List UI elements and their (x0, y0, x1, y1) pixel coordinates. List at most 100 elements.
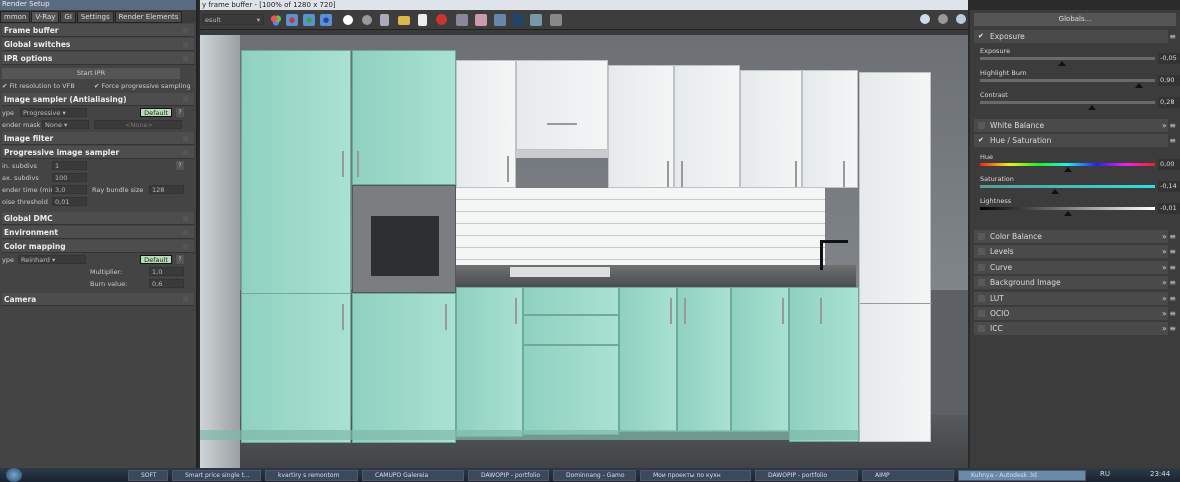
zoom-50-icon[interactable] (530, 14, 542, 26)
slider-value[interactable]: -0,05 (1158, 53, 1180, 64)
taskbar-item[interactable]: AIMP (862, 470, 954, 481)
sampler-default-button[interactable]: Default (140, 108, 172, 117)
clear-icon[interactable] (436, 14, 447, 25)
tab-common[interactable]: mmon (0, 11, 31, 23)
section-ipr-options[interactable]: IPR options (2, 52, 194, 65)
section-header[interactable]: OCIO » ≡ (974, 307, 1176, 320)
expand-icon[interactable]: » ≡ (1162, 119, 1176, 132)
section-checkbox[interactable] (978, 233, 985, 240)
exposure-section-header[interactable]: ✔ Exposure ≡ (974, 30, 1176, 43)
track-mouse-icon[interactable] (475, 14, 487, 26)
taskbar-item[interactable]: Smart price single t... (172, 470, 261, 481)
slider-track[interactable] (980, 101, 1155, 104)
mono-mode-icon[interactable] (362, 15, 372, 25)
slider-value[interactable]: 0,90 (1158, 75, 1180, 86)
red-channel-toggle-icon[interactable]: ● (286, 14, 298, 26)
slider-track[interactable] (980, 163, 1155, 166)
section-global-switches[interactable]: Global switches (2, 38, 194, 51)
section-checkbox[interactable] (978, 325, 985, 333)
green-channel-toggle-icon[interactable]: ● (303, 14, 315, 26)
exposure-checkbox[interactable]: ✔ (978, 30, 985, 40)
taskbar-item[interactable]: DAWOPIP - portfolio (468, 470, 549, 481)
section-color-mapping[interactable]: Color mapping (2, 240, 194, 253)
blue-channel-toggle-icon[interactable]: ● (320, 14, 332, 26)
mask-object-button[interactable]: <None> (94, 120, 182, 129)
render-icon[interactable] (494, 14, 506, 26)
section-image-sampler[interactable]: Image sampler (Antialiasing) (2, 93, 194, 106)
section-header[interactable]: LUT » ≡ (974, 291, 1176, 305)
slider-track[interactable] (980, 57, 1155, 60)
expand-icon[interactable]: » ≡ (1162, 322, 1176, 335)
history-icon[interactable] (550, 14, 562, 26)
section-checkbox[interactable] (978, 263, 985, 271)
section-checkbox[interactable] (978, 248, 985, 256)
slider-value[interactable]: 0,28 (1158, 97, 1180, 108)
alpha-channel-icon[interactable] (343, 15, 353, 25)
color-mapping-default-button[interactable]: Default (140, 255, 172, 264)
section-header[interactable]: Levels » ≡ (974, 245, 1176, 259)
tab-gi[interactable]: GI (60, 11, 76, 23)
slider-thumb[interactable] (1063, 167, 1072, 172)
section-global-dmc[interactable]: Global DMC (2, 212, 194, 225)
noise-threshold-spinner[interactable]: 0,01 (52, 197, 87, 206)
taskbar-item[interactable]: CAMUPO Galereia (362, 470, 464, 481)
slider-thumb[interactable] (1135, 83, 1144, 88)
start-ipr-button[interactable]: Start IPR (2, 68, 180, 79)
open-folder-icon[interactable] (398, 16, 410, 25)
white-balance-checkbox[interactable] (978, 122, 985, 129)
help-button[interactable]: ? (176, 161, 184, 170)
slider-thumb[interactable] (1051, 189, 1060, 194)
expand-icon[interactable]: » ≡ (1162, 276, 1176, 289)
ray-bundle-spinner[interactable]: 128 (149, 185, 184, 194)
globals-button[interactable]: Globals... (974, 13, 1176, 26)
render-time-spinner[interactable]: 3,0 (52, 185, 87, 194)
slider-value[interactable]: -0,01 (1158, 203, 1180, 214)
color-channels-icon[interactable] (270, 14, 282, 26)
hue-saturation-section-header[interactable]: ✔ Hue / Saturation ≡ (974, 134, 1176, 147)
min-subdivs-spinner[interactable]: 1 (52, 161, 87, 170)
hue-saturation-checkbox[interactable]: ✔ (978, 134, 985, 144)
settings-icon[interactable] (938, 14, 948, 24)
burn-value-spinner[interactable]: 0,6 (149, 279, 184, 288)
save-icon[interactable] (380, 14, 389, 26)
slider-thumb[interactable] (1063, 211, 1072, 216)
expand-icon[interactable]: » ≡ (1162, 292, 1176, 305)
slider-track[interactable] (980, 185, 1155, 188)
menu-icon[interactable]: ≡ (1169, 30, 1176, 43)
multiplier-spinner[interactable]: 1,0 (149, 267, 184, 276)
sampler-type-dropdown[interactable]: Progressive ▾ (20, 108, 87, 117)
color-mapping-type-dropdown[interactable]: Reinhard ▾ (18, 255, 86, 264)
slider-thumb[interactable] (1088, 105, 1096, 110)
help-button[interactable]: ? (176, 108, 184, 117)
section-image-filter[interactable]: Image filter (2, 132, 194, 145)
language-indicator[interactable]: RU (1100, 470, 1110, 478)
slider-value[interactable]: -0,14 (1158, 181, 1180, 192)
section-environment[interactable]: Environment (2, 226, 194, 239)
expand-icon[interactable]: » ≡ (1162, 307, 1176, 320)
section-progressive-sampler[interactable]: Progressive image sampler (2, 146, 194, 159)
slider-track[interactable] (980, 79, 1155, 82)
section-frame-buffer[interactable]: Frame buffer (2, 24, 194, 37)
taskbar-item[interactable]: kvartiry s remontom (265, 470, 358, 481)
taskbar-item[interactable]: Kuhnya - Autodesk 3d (958, 470, 1086, 481)
slider-value[interactable]: 0,00 (1158, 159, 1180, 170)
clipboard-icon[interactable] (418, 14, 427, 26)
section-header[interactable]: Color Balance » ≡ (974, 230, 1176, 243)
taskbar-item[interactable]: DAWOPIP - portfolio (755, 470, 858, 481)
section-checkbox[interactable] (978, 310, 985, 317)
tab-vray[interactable]: V-Ray (31, 11, 60, 23)
taskbar-item[interactable]: Мои проекты по кухн (640, 470, 751, 481)
channel-dropdown[interactable]: esult ▾ (202, 14, 264, 25)
help-button[interactable]: ? (176, 255, 184, 264)
lens-effects-icon[interactable] (512, 14, 524, 26)
eye-icon[interactable] (956, 14, 966, 24)
region-render-icon[interactable] (456, 14, 468, 26)
section-header[interactable]: Background Image » ≡ (974, 276, 1176, 290)
tab-render-elements[interactable]: Render Elements (114, 11, 183, 23)
section-header[interactable]: ICC » ≡ (974, 322, 1176, 336)
expand-icon[interactable]: » ≡ (1162, 230, 1176, 243)
white-balance-section-header[interactable]: White Balance » ≡ (974, 119, 1176, 132)
slider-track[interactable] (980, 207, 1155, 210)
section-header[interactable]: Curve » ≡ (974, 260, 1176, 274)
color-correction-icon[interactable] (920, 14, 930, 24)
